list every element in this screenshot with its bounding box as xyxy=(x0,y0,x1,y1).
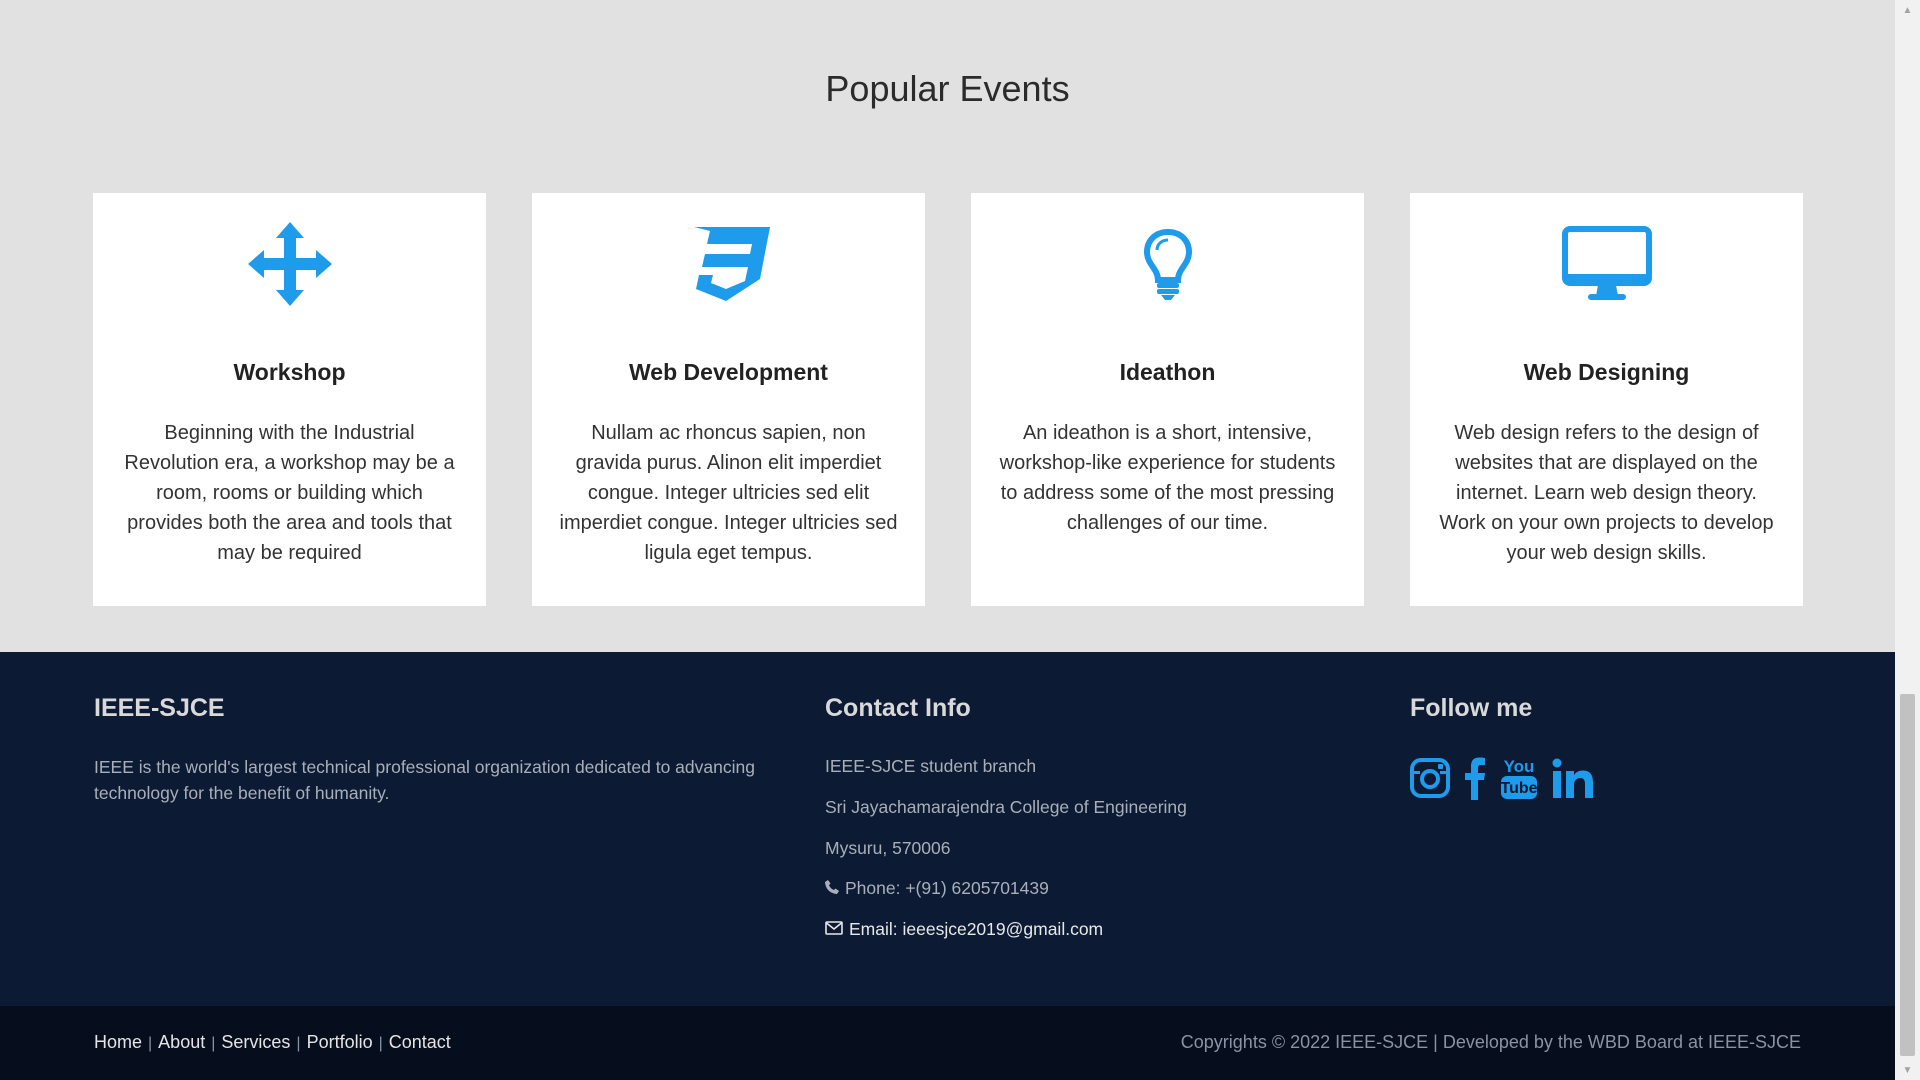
page: Popular Events Workshop Beginning with t… xyxy=(0,0,1895,1080)
contact-branch: IEEE-SJCE student branch xyxy=(825,756,1036,777)
linkedin-icon[interactable] xyxy=(1552,758,1594,798)
footer-nav-contact[interactable]: Contact xyxy=(389,1032,451,1052)
card-description: Nullam ac rhoncus sapien, non gravida pu… xyxy=(559,422,898,564)
footer-nav-home[interactable]: Home xyxy=(94,1032,142,1052)
event-card-workshop: Workshop Beginning with the Industrial R… xyxy=(93,193,486,606)
card-description: An ideathon is a short, intensive, works… xyxy=(999,422,1336,534)
instagram-icon[interactable] xyxy=(1410,758,1450,798)
contact-branch-text: IEEE-SJCE student branch xyxy=(825,756,1037,776)
desktop-icon xyxy=(1410,219,1803,309)
contact-city-text: Mysuru, 570006 xyxy=(825,838,951,858)
popular-events-section: Popular Events Workshop Beginning with t… xyxy=(0,0,1895,652)
contact-college-text: Sri Jayachamarajendra College of Enginee… xyxy=(825,797,1187,817)
card-description: Beginning with the Industrial Revolution… xyxy=(124,422,455,564)
arrows-move-icon xyxy=(93,219,486,309)
nav-separator: | xyxy=(296,1035,301,1052)
section-title: Popular Events xyxy=(825,68,1070,109)
footer-about-text: IEEE is the world's largest technical pr… xyxy=(94,757,755,803)
event-card-ideathon: Ideathon An ideathon is a short, intensi… xyxy=(971,193,1364,606)
lightbulb-icon xyxy=(971,219,1364,309)
scroll-up-arrow-icon[interactable]: ▲ xyxy=(1895,0,1920,20)
contact-college: Sri Jayachamarajendra College of Enginee… xyxy=(825,797,1187,818)
svg-text:Tube: Tube xyxy=(1500,780,1537,797)
card-title: Web Development xyxy=(629,359,828,385)
facebook-icon[interactable] xyxy=(1464,756,1486,800)
youtube-icon[interactable]: You Tube xyxy=(1500,755,1538,801)
card-description: Web design refers to the design of websi… xyxy=(1439,422,1774,564)
bottom-bar: Home | About | Services | Portfolio | Contact Co… xyxy=(0,1006,1895,1080)
footer-about-heading: IEEE-SJCE xyxy=(94,694,225,722)
svg-text:You: You xyxy=(1504,757,1535,776)
footer-nav-portfolio[interactable]: Portfolio xyxy=(307,1032,373,1052)
nav-separator: | xyxy=(378,1035,383,1052)
card-title: Web Designing xyxy=(1523,359,1690,385)
footer-nav: Home | About | Services | Portfolio | Contact xyxy=(94,1032,451,1053)
footer-nav-about[interactable]: About xyxy=(158,1032,205,1052)
vertical-scrollbar[interactable]: ▲ ▼ xyxy=(1895,0,1920,1080)
footer-nav-services[interactable]: Services xyxy=(221,1032,290,1052)
nav-separator: | xyxy=(148,1035,153,1052)
site-footer: IEEE-SJCE IEEE is the world's largest te… xyxy=(0,652,1895,1006)
nav-separator: | xyxy=(211,1035,216,1052)
card-title: Workshop xyxy=(233,359,346,385)
contact-info-heading: Contact Info xyxy=(825,694,971,722)
event-card-web-development: Web Development Nullam ac rhoncus sapien… xyxy=(532,193,925,606)
contact-phone-text: Phone: +(91) 6205701439 xyxy=(845,878,1049,898)
follow-me-heading: Follow me xyxy=(1410,694,1533,722)
card-title: Ideathon xyxy=(1119,359,1216,385)
event-card-web-designing: Web Designing Web design refers to the d… xyxy=(1410,193,1803,606)
social-links: You Tube xyxy=(1410,755,1594,801)
contact-email-text[interactable]: Email: ieeesjce2019@gmail.com xyxy=(849,919,1103,940)
contact-email[interactable]: Email: ieeesjce2019@gmail.com xyxy=(825,919,1103,940)
phone-icon xyxy=(825,878,839,899)
scrollbar-thumb[interactable] xyxy=(1900,694,1915,1056)
contact-phone: Phone: +(91) 6205701439 xyxy=(825,878,1049,899)
envelope-icon xyxy=(825,919,843,940)
contact-city: Mysuru, 570006 xyxy=(825,838,951,859)
scroll-down-arrow-icon[interactable]: ▼ xyxy=(1895,1060,1920,1080)
css3-icon xyxy=(532,219,925,309)
copyright-text: Copyrights © 2022 IEEE-SJCE | Developed … xyxy=(1180,1032,1801,1052)
